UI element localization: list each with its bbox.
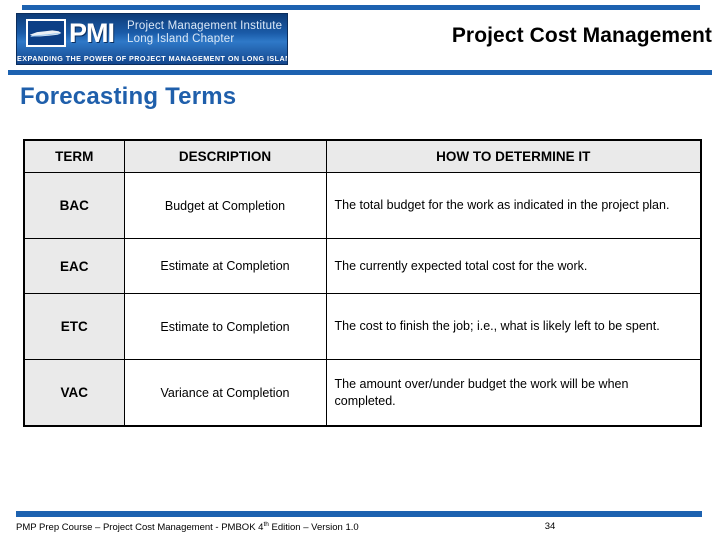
cell-term: ETC — [23, 293, 125, 360]
column-header-how-to-determine: HOW TO DETERMINE IT — [325, 139, 702, 173]
long-island-map-icon — [26, 19, 66, 47]
table-row: VAC Variance at Completion The amount ov… — [23, 359, 702, 427]
cell-how-to-determine: The cost to finish the job; i.e., what i… — [325, 293, 702, 360]
cell-description: Estimate to Completion — [123, 293, 327, 360]
header-divider-rule — [8, 70, 712, 75]
cell-term: BAC — [23, 172, 125, 239]
logo-pmi-mark: PMI — [69, 17, 115, 48]
cell-how-to-determine: The amount over/under budget the work wi… — [325, 359, 702, 427]
table-row: EAC Estimate at Completion The currently… — [23, 238, 702, 294]
page-number: 34 — [544, 521, 556, 532]
logo-primary-row: PMI Project Management Institute Long Is… — [17, 14, 287, 52]
logo-org-line-2: Long Island Chapter — [127, 33, 235, 45]
logo-tagline: Expanding the Power of Project Managemen… — [17, 54, 288, 63]
table-header-row: TERM DESCRIPTION HOW TO DETERMINE IT — [23, 139, 702, 173]
top-accent-rule — [22, 5, 700, 10]
column-header-term: TERM — [23, 139, 125, 173]
page-title: Project Cost Management — [451, 24, 712, 47]
logo-organization-name: Project Management Institute Long Island… — [127, 20, 287, 46]
cell-how-to-determine: The currently expected total cost for th… — [325, 238, 702, 294]
column-header-description: DESCRIPTION — [123, 139, 327, 173]
footer-text-before: PMP Prep Course – Project Cost Managemen… — [16, 522, 264, 534]
footer-course-label: PMP Prep Course – Project Cost Managemen… — [16, 521, 359, 533]
logo-org-line-1: Project Management Institute — [127, 20, 283, 33]
cell-description: Estimate at Completion — [123, 238, 327, 294]
footer-accent-rule — [16, 511, 702, 517]
cell-description: Variance at Completion — [123, 359, 327, 427]
section-heading: Forecasting Terms — [20, 83, 237, 110]
pmi-long-island-logo: PMI Project Management Institute Long Is… — [16, 13, 288, 65]
footer-text-after: Edition – Version 1.0 — [268, 522, 359, 534]
cell-term: EAC — [23, 238, 125, 294]
table-row: BAC Budget at Completion The total budge… — [23, 172, 702, 239]
cell-term: VAC — [23, 359, 125, 427]
forecasting-terms-table: TERM DESCRIPTION HOW TO DETERMINE IT BAC… — [23, 139, 702, 427]
cell-how-to-determine: The total budget for the work as indicat… — [325, 172, 702, 239]
table-row: ETC Estimate to Completion The cost to f… — [23, 293, 702, 360]
cell-description: Budget at Completion — [123, 172, 327, 239]
